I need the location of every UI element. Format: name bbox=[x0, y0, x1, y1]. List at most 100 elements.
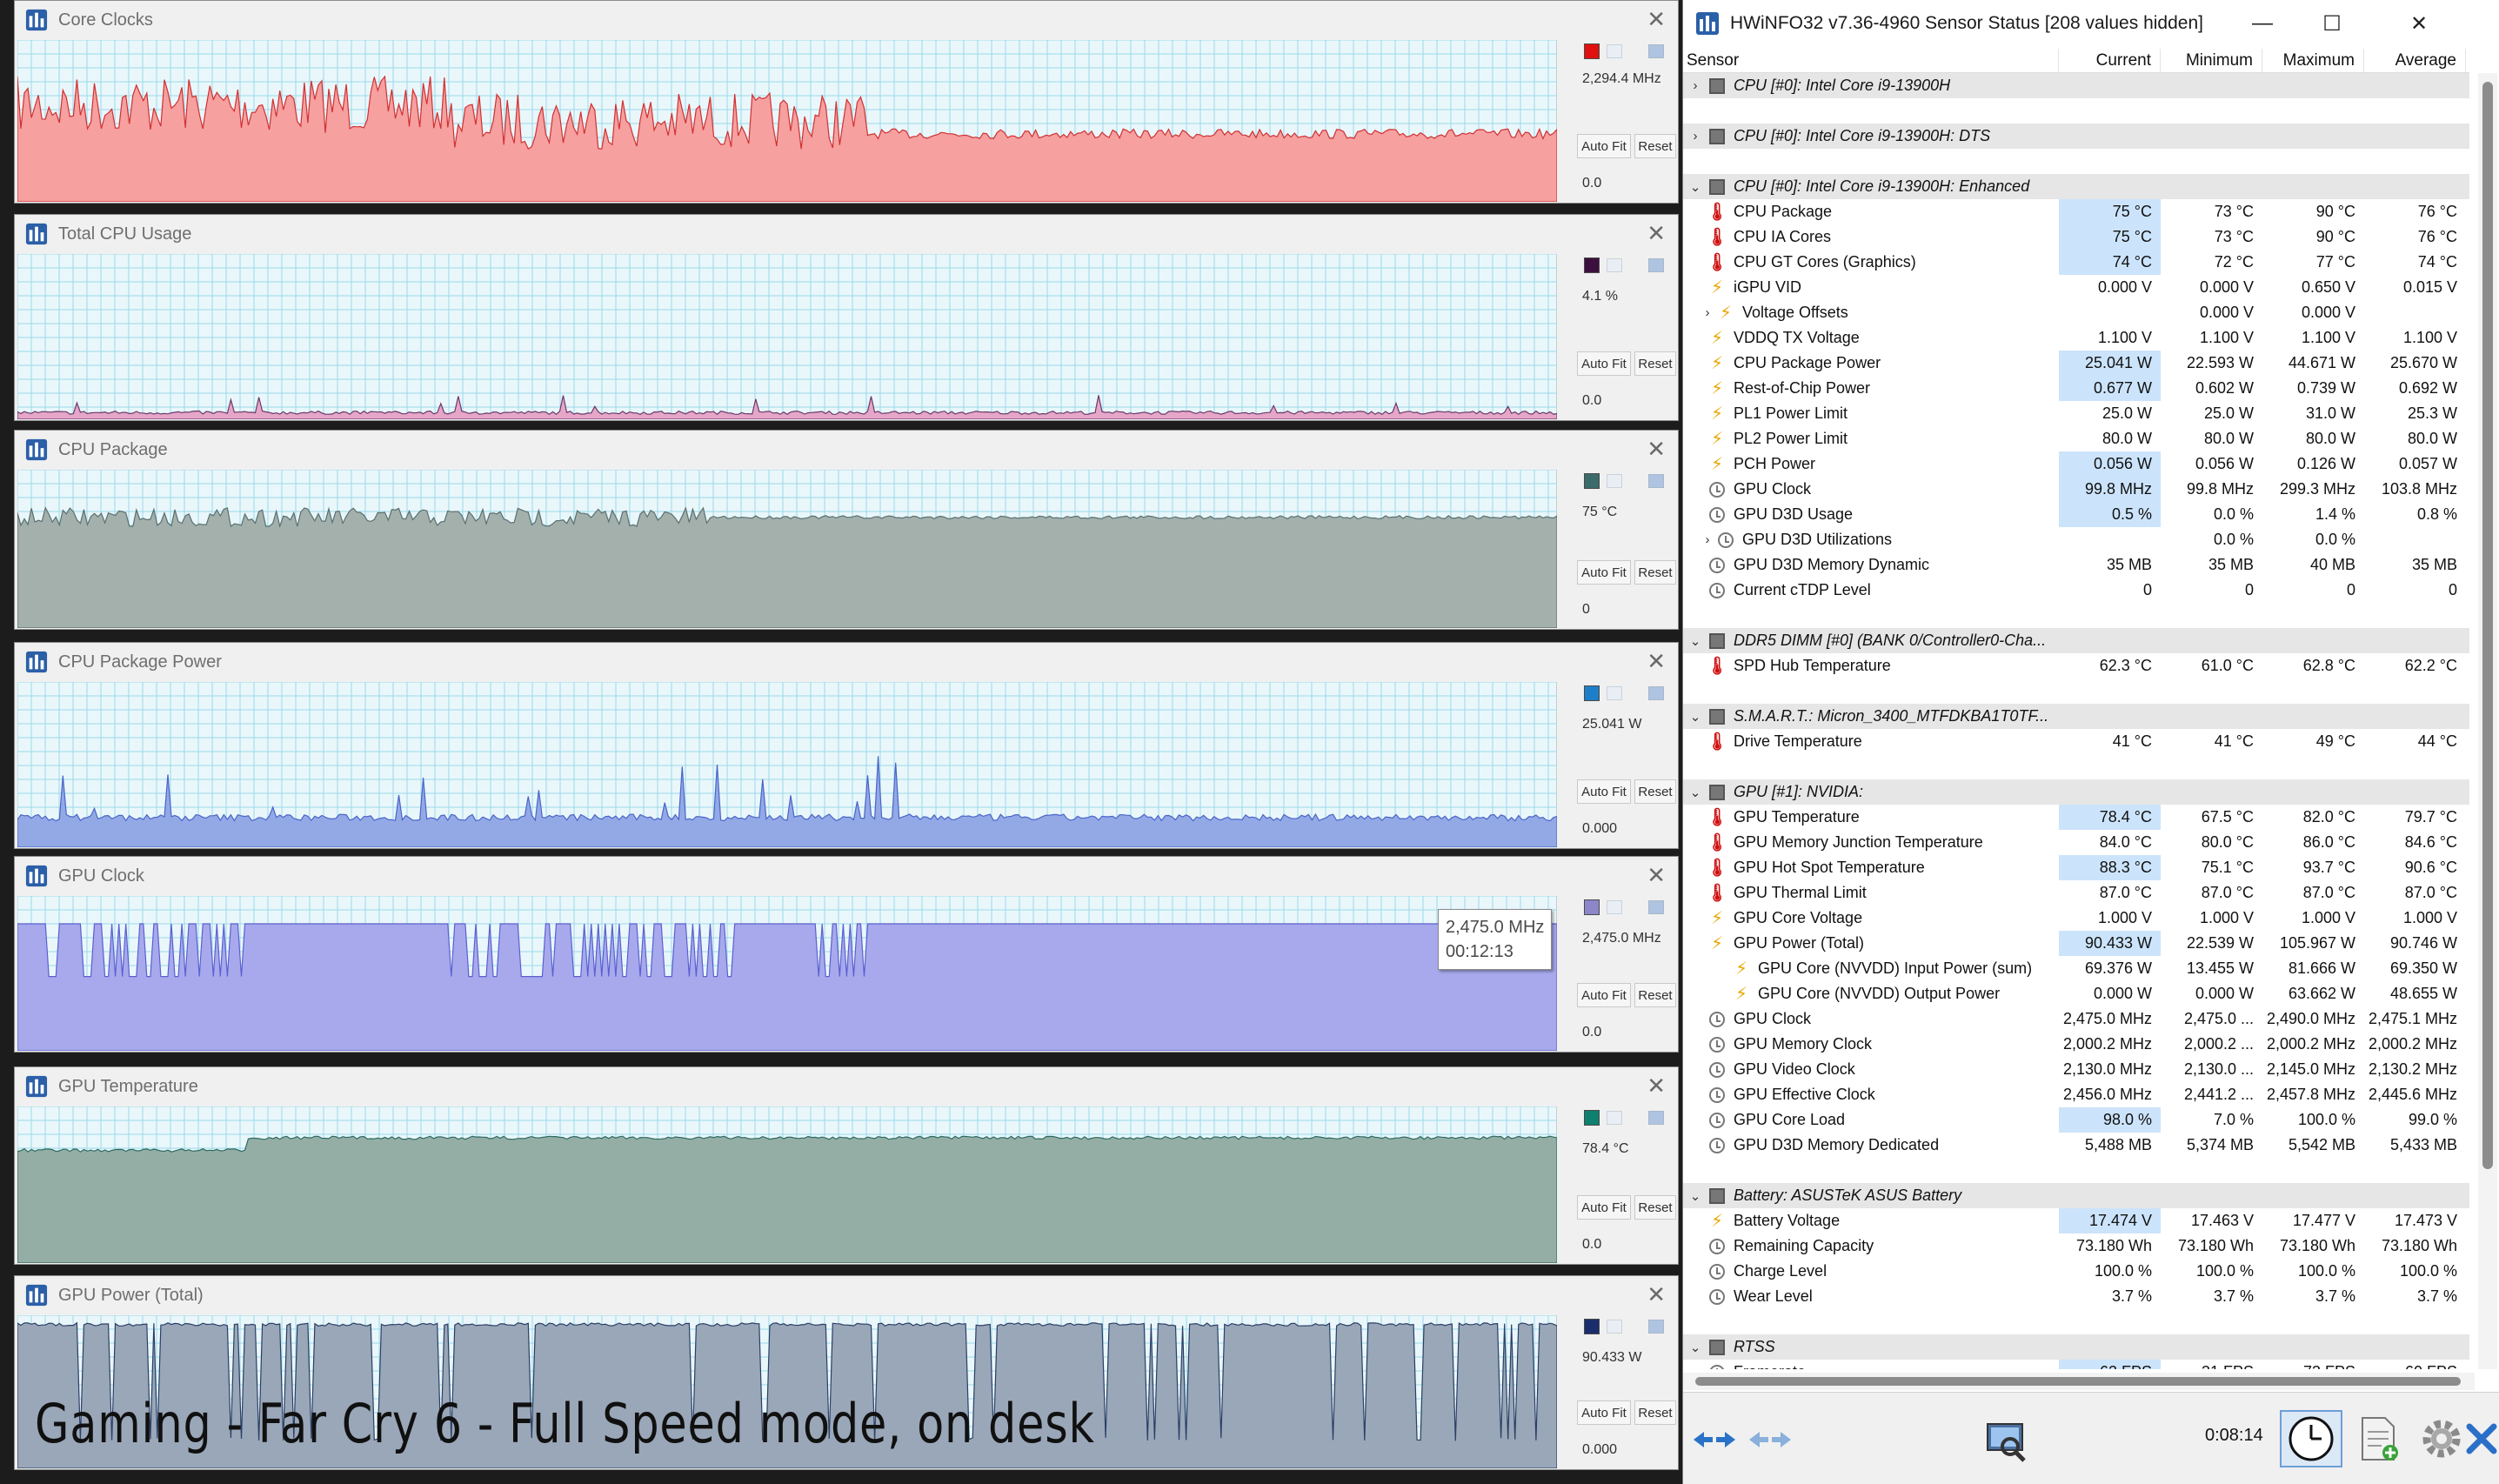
graph-plot[interactable] bbox=[17, 470, 1557, 628]
sensor-row[interactable]: Charge Level 100.0 % 100.0 % 100.0 % 100.0 % bbox=[1683, 1259, 2469, 1284]
reset-button[interactable]: Reset bbox=[1634, 134, 1676, 158]
graph-plot[interactable] bbox=[17, 682, 1557, 847]
graph-plot[interactable] bbox=[17, 896, 1557, 1051]
series-color-swatch[interactable] bbox=[1584, 899, 1600, 915]
auto-fit-button[interactable]: Auto Fit bbox=[1577, 779, 1631, 804]
monitor-search-icon[interactable] bbox=[1979, 1414, 2035, 1469]
reset-button[interactable]: Reset bbox=[1634, 560, 1676, 585]
auto-fit-button[interactable]: Auto Fit bbox=[1577, 134, 1631, 158]
sensor-row[interactable]: ⚡︎ GPU Core Voltage 1.000 V 1.000 V 1.000 V 1… bbox=[1683, 906, 2469, 931]
col-sensor[interactable]: Sensor bbox=[1683, 49, 2059, 72]
sensor-group[interactable]: › CPU [#0]: Intel Core i9-13900H bbox=[1683, 73, 2469, 98]
graph-plot[interactable] bbox=[17, 40, 1557, 202]
auto-fit-button[interactable]: Auto Fit bbox=[1577, 560, 1631, 585]
expand-chevron-icon[interactable]: ⌄ bbox=[1688, 785, 1702, 800]
grid-color-swatch[interactable] bbox=[1648, 686, 1664, 700]
expand-chevron-icon[interactable]: ⌄ bbox=[1688, 709, 1702, 725]
series-color-swatch[interactable] bbox=[1584, 257, 1600, 273]
auto-fit-button[interactable]: Auto Fit bbox=[1577, 983, 1631, 1007]
vertical-scrollbar[interactable] bbox=[2478, 73, 2497, 1369]
sensor-group[interactable]: › CPU [#0]: Intel Core i9-13900H: DTS bbox=[1683, 124, 2469, 149]
sensor-group[interactable]: ⌄ GPU [#1]: NVIDIA: bbox=[1683, 779, 2469, 805]
series-color-swatch[interactable] bbox=[1584, 1319, 1600, 1334]
reset-button[interactable]: Reset bbox=[1634, 779, 1676, 804]
sensor-row[interactable]: ⚡︎ PCH Power 0.056 W 0.056 W 0.126 W 0.057 W bbox=[1683, 451, 2469, 477]
expand-chevron-icon[interactable]: ⌄ bbox=[1688, 633, 1702, 649]
grid-color-swatch[interactable] bbox=[1648, 1111, 1664, 1125]
sensor-group[interactable]: ⌄ DDR5 DIMM [#0] (BANK 0/Controller0-Cha.… bbox=[1683, 628, 2469, 653]
clock-icon[interactable] bbox=[2280, 1410, 2342, 1467]
grid-color-swatch[interactable] bbox=[1648, 258, 1664, 272]
close-icon[interactable]: ✕ bbox=[1647, 438, 1666, 460]
sensor-row[interactable]: GPU Memory Clock 2,000.2 MHz 2,000.2 ... 2,… bbox=[1683, 1032, 2469, 1057]
maximize-icon[interactable]: ☐ bbox=[2297, 0, 2367, 47]
auto-fit-button[interactable]: Auto Fit bbox=[1577, 351, 1631, 376]
gear-icon[interactable] bbox=[2415, 1412, 2468, 1466]
auto-fit-button[interactable]: Auto Fit bbox=[1577, 1400, 1631, 1425]
reset-button[interactable]: Reset bbox=[1634, 351, 1676, 376]
sensor-row[interactable]: ⚡︎ GPU Core (NVVDD) Output Power 0.000 W 0.… bbox=[1683, 981, 2469, 1006]
scroll-thumb-h[interactable] bbox=[1695, 1377, 2461, 1386]
expand-chevron-icon[interactable]: › bbox=[1688, 129, 1702, 144]
add-report-icon[interactable] bbox=[2353, 1412, 2405, 1466]
close-x-icon[interactable] bbox=[2464, 1412, 2499, 1466]
grid-color-swatch[interactable] bbox=[1648, 474, 1664, 488]
background-color-swatch[interactable] bbox=[1607, 474, 1622, 488]
sensor-row[interactable]: ⚡︎ PL2 Power Limit 80.0 W 80.0 W 80.0 W 80.0 … bbox=[1683, 426, 2469, 451]
series-color-swatch[interactable] bbox=[1584, 473, 1600, 489]
sensor-row[interactable]: ⚡︎ Battery Voltage 17.474 V 17.463 V 17.477 … bbox=[1683, 1208, 2469, 1233]
sensor-row[interactable]: GPU Core Load 98.0 % 7.0 % 100.0 % 99.0 % bbox=[1683, 1107, 2469, 1133]
auto-fit-button[interactable]: Auto Fit bbox=[1577, 1195, 1631, 1220]
expand-chevron-icon[interactable]: › bbox=[1701, 305, 1714, 320]
series-color-swatch[interactable] bbox=[1584, 1110, 1600, 1126]
close-icon[interactable]: ✕ bbox=[1647, 8, 1666, 30]
sensor-row[interactable]: › ⚡︎ Voltage Offsets 0.000 V 0.000 V bbox=[1683, 300, 2469, 325]
background-color-swatch[interactable] bbox=[1607, 44, 1622, 58]
background-color-swatch[interactable] bbox=[1607, 258, 1622, 272]
background-color-swatch[interactable] bbox=[1607, 1320, 1622, 1334]
expand-chevron-icon[interactable]: ⌄ bbox=[1688, 1188, 1702, 1204]
arrows-left-right-icon[interactable] bbox=[1690, 1424, 1739, 1455]
close-icon[interactable]: ✕ bbox=[2367, 0, 2471, 47]
arrows-disabled-icon[interactable] bbox=[1746, 1424, 1794, 1455]
sensor-row[interactable]: GPU Clock 99.8 MHz 99.8 MHz 299.3 MHz 103.8 … bbox=[1683, 477, 2469, 502]
col-current[interactable]: Current bbox=[2059, 49, 2161, 72]
sensor-row[interactable]: GPU D3D Usage 0.5 % 0.0 % 1.4 % 0.8 % bbox=[1683, 502, 2469, 527]
graph-plot[interactable] bbox=[17, 254, 1557, 419]
sensor-row[interactable]: 🌡︎ GPU Temperature 78.4 °C 67.5 °C 82.0 °C 79… bbox=[1683, 805, 2469, 830]
series-color-swatch[interactable] bbox=[1584, 685, 1600, 701]
sensor-row[interactable]: 🌡︎ GPU Thermal Limit 87.0 °C 87.0 °C 87.0 °C… bbox=[1683, 880, 2469, 906]
sensor-row[interactable]: 🌡︎ SPD Hub Temperature 62.3 °C 61.0 °C 62.8 … bbox=[1683, 653, 2469, 678]
close-icon[interactable]: ✕ bbox=[1647, 650, 1666, 672]
sensor-row[interactable]: › GPU D3D Utilizations 0.0 % 0.0 % bbox=[1683, 527, 2469, 552]
sensor-group[interactable]: ⌄ S.M.A.R.T.: Micron_3400_MTFDKBA1T0TF... bbox=[1683, 704, 2469, 729]
sensor-row[interactable]: Current cTDP Level 0 0 0 0 bbox=[1683, 578, 2469, 603]
sensor-row[interactable]: ⚡︎ PL1 Power Limit 25.0 W 25.0 W 31.0 W 25.3 … bbox=[1683, 401, 2469, 426]
close-icon[interactable]: ✕ bbox=[1647, 222, 1666, 244]
series-color-swatch[interactable] bbox=[1584, 43, 1600, 59]
close-icon[interactable]: ✕ bbox=[1647, 1283, 1666, 1306]
close-icon[interactable]: ✕ bbox=[1647, 1074, 1666, 1097]
sensor-row[interactable]: Wear Level 3.7 % 3.7 % 3.7 % 3.7 % bbox=[1683, 1284, 2469, 1309]
expand-chevron-icon[interactable]: ⌄ bbox=[1688, 179, 1702, 195]
sensor-row[interactable]: ⚡︎ CPU Package Power 25.041 W 22.593 W 44.67… bbox=[1683, 351, 2469, 376]
sensor-row[interactable]: GPU Effective Clock 2,456.0 MHz 2,441.2 ..… bbox=[1683, 1082, 2469, 1107]
reset-button[interactable]: Reset bbox=[1634, 1400, 1676, 1425]
minimize-icon[interactable]: — bbox=[2228, 0, 2297, 47]
sensor-row[interactable]: ⚡︎ GPU Power (Total) 90.433 W 22.539 W 105.9… bbox=[1683, 931, 2469, 956]
sensor-group[interactable]: ⌄ RTSS bbox=[1683, 1334, 2469, 1360]
background-color-swatch[interactable] bbox=[1607, 1111, 1622, 1125]
sensor-row[interactable]: GPU Video Clock 2,130.0 MHz 2,130.0 ... 2,1… bbox=[1683, 1057, 2469, 1082]
sensor-row[interactable]: 🌡︎ Drive Temperature 41 °C 41 °C 49 °C 44 °C bbox=[1683, 729, 2469, 754]
grid-color-swatch[interactable] bbox=[1648, 1320, 1664, 1334]
sensor-row[interactable]: Framerate 62 FPS31 FPS73 FPS60 FPS bbox=[1683, 1360, 2469, 1369]
expand-chevron-icon[interactable]: ⌄ bbox=[1688, 1340, 1702, 1355]
sensor-row[interactable]: 🌡︎ CPU IA Cores 75 °C 73 °C 90 °C 76 °C bbox=[1683, 224, 2469, 250]
sensor-row[interactable]: GPU D3D Memory Dynamic 35 MB 35 MB 40 MB 35 … bbox=[1683, 552, 2469, 578]
expand-chevron-icon[interactable]: › bbox=[1688, 78, 1702, 93]
sensor-group[interactable]: ⌄ Battery: ASUSTeK ASUS Battery bbox=[1683, 1183, 2469, 1208]
col-minimum[interactable]: Minimum bbox=[2161, 49, 2262, 72]
reset-button[interactable]: Reset bbox=[1634, 983, 1676, 1007]
sensor-row[interactable]: 🌡︎ GPU Hot Spot Temperature 88.3 °C 75.1 °C… bbox=[1683, 855, 2469, 880]
sensor-row[interactable]: ⚡︎ iGPU VID 0.000 V 0.000 V 0.650 V 0.015 V bbox=[1683, 275, 2469, 300]
